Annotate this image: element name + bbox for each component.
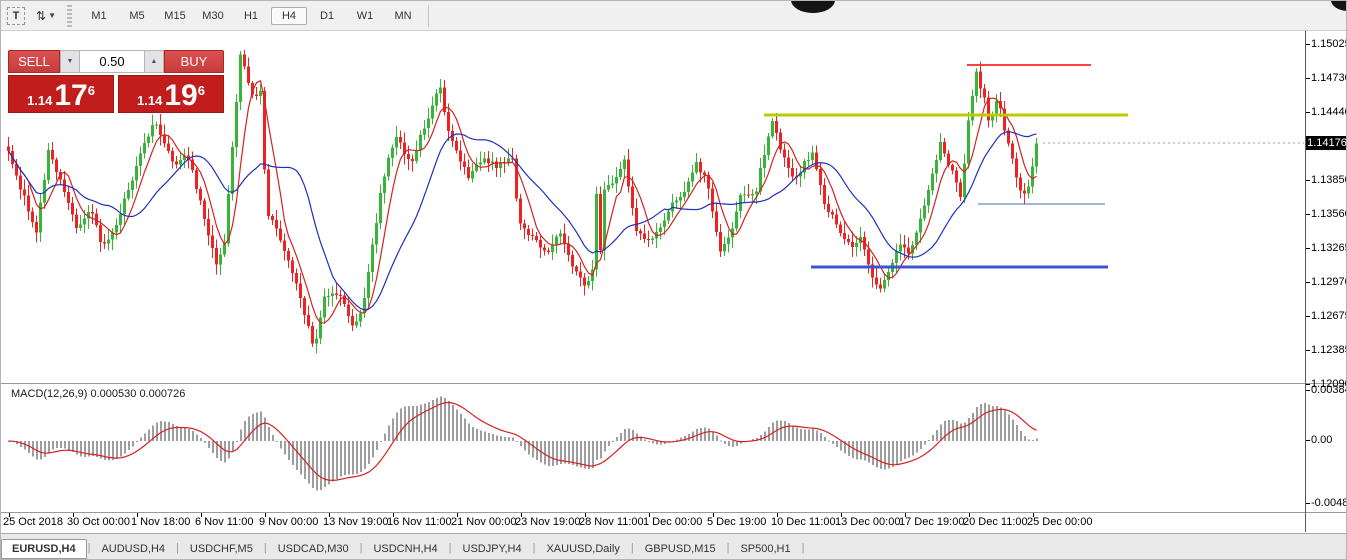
time-axis-label: 20 Dec 11:00 bbox=[963, 516, 1028, 528]
volume-decrease-button[interactable]: ▼ bbox=[60, 50, 80, 73]
axis-price-label: 0.00 bbox=[1305, 434, 1333, 446]
timeframe-button-H1[interactable]: H1 bbox=[233, 7, 269, 25]
buy-price-display[interactable]: 1.14 19 6 bbox=[118, 75, 224, 113]
axis-price-label: -0.004856 bbox=[1306, 497, 1346, 509]
axis-price-label: 0.003847 bbox=[1306, 384, 1346, 396]
timeframe-button-W1[interactable]: W1 bbox=[347, 7, 383, 25]
symbols-cycle-icon[interactable]: ⇅ ▼ bbox=[35, 6, 57, 26]
axis-price-label: 1.13560 bbox=[1306, 208, 1346, 220]
current-price-tag: 1.14176 bbox=[1306, 136, 1347, 150]
axis-price-label: 1.14440 bbox=[1306, 106, 1346, 118]
chart-tab-SP500-H1[interactable]: SP500,H1 bbox=[730, 540, 800, 558]
chart-tab-XAUUSD-Daily[interactable]: XAUUSD,Daily bbox=[536, 540, 629, 558]
time-axis-label: 23 Nov 19:00 bbox=[515, 516, 581, 528]
sell-price-display[interactable]: 1.14 17 6 bbox=[8, 75, 114, 113]
screen-corner-overlay bbox=[1331, 1, 1346, 11]
chart-tab-USDCHF-M5[interactable]: USDCHF,M5 bbox=[180, 540, 263, 558]
timeframe-button-MN[interactable]: MN bbox=[385, 7, 421, 25]
time-axis-label: 10 Dec 11:00 bbox=[771, 516, 836, 528]
macd-label: MACD(12,26,9) 0.000530 0.000726 bbox=[11, 388, 186, 400]
chart-tab-USDCAD-M30[interactable]: USDCAD,M30 bbox=[268, 540, 359, 558]
macd-signal-value: 0.000726 bbox=[139, 388, 186, 400]
chart-tab-GBPUSD-M15[interactable]: GBPUSD,M15 bbox=[635, 540, 726, 558]
time-axis-label: 5 Dec 19:00 bbox=[707, 516, 767, 528]
time-axis-label: 28 Nov 11:00 bbox=[579, 516, 644, 528]
axis-price-label: 1.12385 bbox=[1306, 344, 1346, 356]
time-axis-label: 1 Nov 18:00 bbox=[131, 516, 191, 528]
timeframe-button-M30[interactable]: M30 bbox=[195, 7, 231, 25]
time-axis-label: 17 Dec 19:00 bbox=[899, 516, 965, 528]
chart-tab-USDJPY-H4[interactable]: USDJPY,H4 bbox=[453, 540, 532, 558]
trading-terminal-window: T ⇅▼ M1M5M15M30H1H4D1W1MN ▲ EURUSD,H4 1.1… bbox=[0, 0, 1347, 560]
time-axis-label: 21 Nov 00:00 bbox=[451, 516, 517, 528]
time-axis-label: 25 Oct 2018 bbox=[3, 516, 63, 528]
volume-increase-button[interactable]: ▲ bbox=[144, 50, 164, 73]
time-axis[interactable]: 25 Oct 2018 30 Oct 00:00 1 Nov 18:00 6 Nov … bbox=[1, 513, 1305, 532]
sell-button[interactable]: SELL bbox=[8, 50, 60, 73]
chart-tab-bar: EURUSD,H4 | AUDUSD,H4 | USDCHF,M5 | USDCAD,M30… bbox=[1, 533, 1346, 559]
time-axis-label: 9 Nov 00:00 bbox=[259, 516, 319, 528]
volume-input[interactable]: 0.50 bbox=[80, 50, 144, 73]
axis-price-label: 1.12970 bbox=[1306, 276, 1346, 288]
tab-separator: | bbox=[801, 542, 805, 554]
time-axis-label: 25 Dec 00:00 bbox=[1027, 516, 1093, 528]
chart-tab-EURUSD-H4[interactable]: EURUSD,H4 bbox=[1, 538, 87, 559]
axis-price-label: 1.13850 bbox=[1306, 174, 1346, 186]
time-axis-label: 1 Dec 00:00 bbox=[643, 516, 703, 528]
time-axis-label: 13 Nov 19:00 bbox=[323, 516, 389, 528]
screen-notch-overlay bbox=[791, 1, 835, 13]
macd-indicator-canvas[interactable] bbox=[1, 385, 1305, 512]
one-click-trading-panel: SELL ▼ 0.50 ▲ BUY 1.14 17 6 1.14 19 6 bbox=[8, 50, 224, 113]
axis-price-label: 1.15025 bbox=[1306, 38, 1346, 50]
axis-price-label: 1.13265 bbox=[1306, 242, 1346, 254]
time-axis-label: 16 Nov 11:00 bbox=[387, 516, 452, 528]
timeframe-button-D1[interactable]: D1 bbox=[309, 7, 345, 25]
timeframe-button-M1[interactable]: M1 bbox=[81, 7, 117, 25]
timeframe-button-H4[interactable]: H4 bbox=[271, 6, 307, 25]
dropdown-caret-icon: ▼ bbox=[48, 11, 56, 20]
timeframe-button-M5[interactable]: M5 bbox=[119, 7, 155, 25]
timeframe-button-M15[interactable]: M15 bbox=[157, 7, 193, 25]
toolbar-grip-handle[interactable] bbox=[67, 4, 72, 27]
chart-tab-AUDUSD-H4[interactable]: AUDUSD,H4 bbox=[91, 540, 175, 558]
time-axis-label: 13 Dec 00:00 bbox=[835, 516, 901, 528]
time-axis-label: 6 Nov 11:00 bbox=[195, 516, 254, 528]
axis-price-label: 1.14730 bbox=[1306, 72, 1346, 84]
timeframe-group: M1 M5 M15 M30 H1 H4 D1 W1 MN bbox=[80, 6, 422, 25]
toolbar: T ⇅ ▼ M1 M5 M15 M30 H1 H4 D1 W1 MN bbox=[1, 1, 1346, 31]
time-axis-label: 30 Oct 00:00 bbox=[67, 516, 130, 528]
macd-value: 0.000530 bbox=[90, 388, 137, 400]
text-tool-icon[interactable]: T bbox=[7, 6, 25, 25]
buy-button[interactable]: BUY bbox=[164, 50, 224, 73]
axis-price-label: 1.12675 bbox=[1306, 310, 1346, 322]
toolbar-separator bbox=[428, 4, 429, 27]
chart-tab-USDCNH-H4[interactable]: USDCNH,H4 bbox=[363, 540, 447, 558]
